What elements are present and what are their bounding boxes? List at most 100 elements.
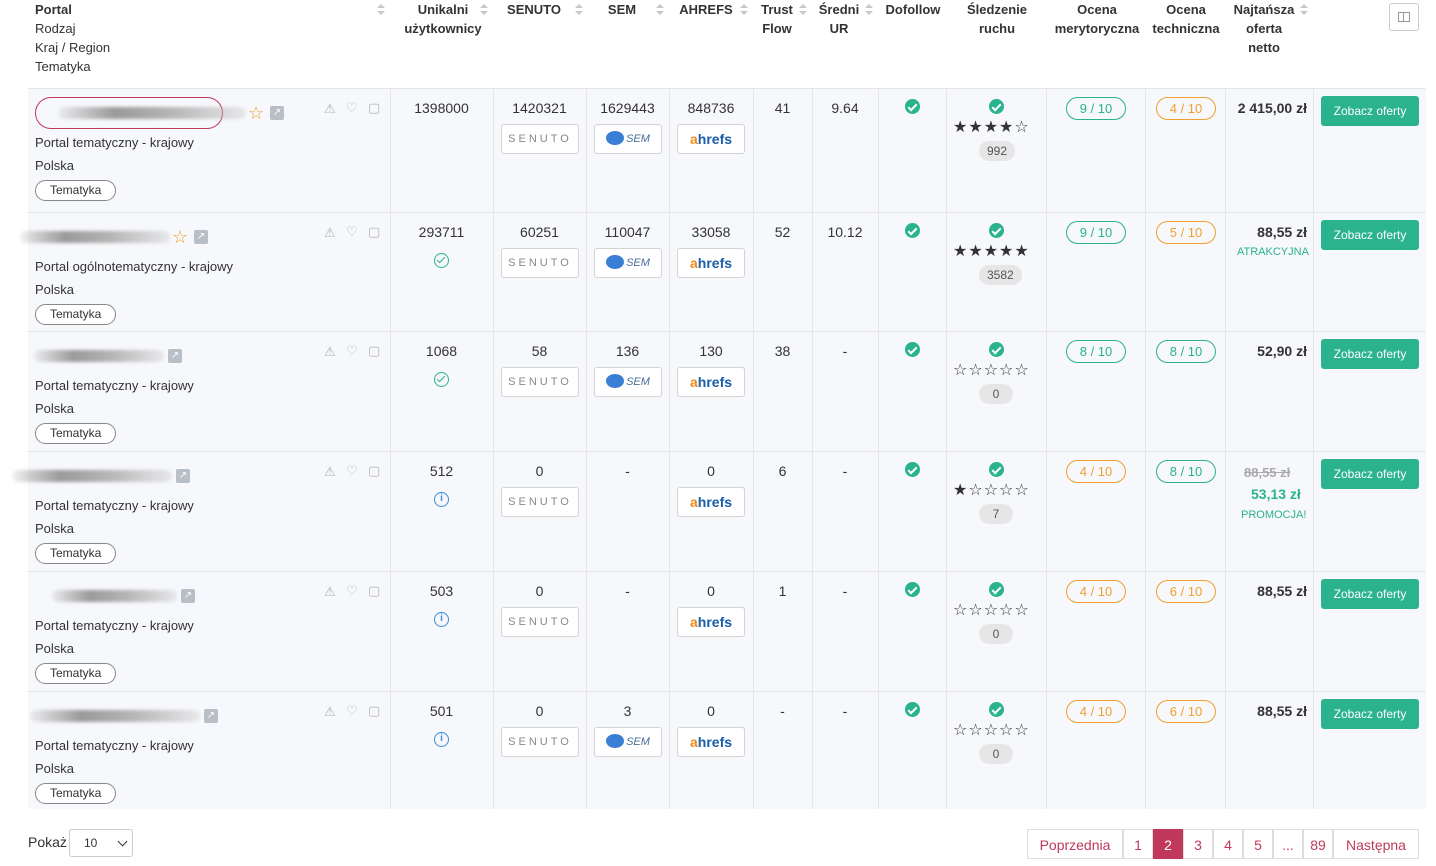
pager-page[interactable]: 5 bbox=[1243, 829, 1273, 859]
page-size-select[interactable]: 10 bbox=[69, 829, 133, 857]
pager-prev[interactable]: Poprzednia bbox=[1027, 829, 1123, 859]
sort-icon[interactable] bbox=[799, 4, 807, 16]
external-link-icon[interactable]: ↗ bbox=[168, 349, 182, 363]
header-oferta[interactable]: Najtańsza oferta netto bbox=[1228, 0, 1300, 57]
header-sem[interactable]: SEM bbox=[588, 0, 656, 19]
note-icon[interactable]: ▢ bbox=[368, 704, 380, 717]
external-link-icon[interactable]: ↗ bbox=[204, 709, 218, 723]
sort-icon[interactable] bbox=[740, 4, 748, 16]
heart-icon[interactable]: ♡ bbox=[346, 344, 358, 357]
sem-logo-button[interactable]: SEM bbox=[594, 367, 662, 397]
note-icon[interactable]: ▢ bbox=[368, 344, 380, 357]
header-sredni-ur[interactable]: Średni UR bbox=[814, 0, 864, 38]
pager-page[interactable]: 1 bbox=[1123, 829, 1153, 859]
note-icon[interactable]: ▢ bbox=[368, 584, 380, 597]
sort-icon[interactable] bbox=[656, 4, 664, 16]
header-ahrefs[interactable]: AHREFS bbox=[672, 0, 740, 19]
topic-tag[interactable]: Tematyka bbox=[35, 423, 117, 444]
pager-next[interactable]: Następna bbox=[1333, 829, 1419, 859]
sort-icon[interactable] bbox=[480, 4, 488, 16]
note-icon[interactable]: ▢ bbox=[368, 101, 380, 114]
header-portal[interactable]: Portal Rodzaj Kraj / Region Tematyka bbox=[35, 0, 110, 76]
sort-icon[interactable] bbox=[575, 4, 583, 16]
warning-icon[interactable]: ⚠ bbox=[324, 102, 336, 115]
see-offers-button[interactable]: Zobacz oferty bbox=[1321, 459, 1419, 489]
header-users[interactable]: Unikalni użytkownicy bbox=[395, 0, 491, 38]
senuto-logo-button[interactable]: SENUTO bbox=[501, 727, 579, 757]
portal-name-link[interactable] bbox=[12, 470, 172, 482]
note-icon[interactable]: ▢ bbox=[368, 225, 380, 238]
sort-icon[interactable] bbox=[865, 4, 873, 16]
trust-flow-value: 6 bbox=[778, 463, 787, 479]
portal-name-link[interactable] bbox=[58, 107, 246, 119]
sem-logo-button[interactable]: SEM bbox=[594, 727, 662, 757]
sort-icon[interactable] bbox=[1300, 4, 1308, 16]
sem-logo-text: SEM bbox=[626, 133, 650, 145]
info-icon[interactable]: i bbox=[434, 732, 449, 747]
warning-icon[interactable]: ⚠ bbox=[324, 585, 336, 598]
senuto-logo-button[interactable]: SENUTO bbox=[501, 487, 579, 517]
heart-icon[interactable]: ♡ bbox=[346, 101, 358, 114]
sem-logo-button[interactable]: SEM bbox=[594, 248, 662, 278]
header-oferta-line3: netto bbox=[1248, 40, 1280, 55]
external-link-icon[interactable]: ↗ bbox=[194, 230, 208, 244]
senuto-logo-button[interactable]: SENUTO bbox=[501, 124, 579, 154]
sem-logo-button[interactable]: SEM bbox=[594, 124, 662, 154]
external-link-icon[interactable]: ↗ bbox=[270, 106, 284, 120]
senuto-logo-button[interactable]: SENUTO bbox=[501, 367, 579, 397]
heart-icon[interactable]: ♡ bbox=[346, 584, 358, 597]
info-icon[interactable]: i bbox=[434, 612, 449, 627]
ahrefs-logo-button[interactable]: ahrefs bbox=[677, 124, 745, 154]
warning-icon[interactable]: ⚠ bbox=[324, 465, 336, 478]
heart-icon[interactable]: ♡ bbox=[346, 225, 358, 238]
ahrefs-logo-button[interactable]: ahrefs bbox=[677, 607, 745, 637]
header-senuto[interactable]: SENUTO bbox=[494, 0, 574, 19]
sort-icon[interactable] bbox=[377, 4, 385, 16]
portal-name-link[interactable] bbox=[20, 231, 170, 243]
warning-icon[interactable]: ⚠ bbox=[324, 226, 336, 239]
senuto-logo-button[interactable]: SENUTO bbox=[501, 248, 579, 278]
portal-name-link[interactable] bbox=[52, 590, 177, 602]
topic-tag[interactable]: Tematyka bbox=[35, 180, 117, 201]
column-divider bbox=[1046, 332, 1047, 451]
topic-tag[interactable]: Tematyka bbox=[35, 663, 117, 684]
traffic-tracking-check-icon bbox=[989, 582, 1004, 597]
see-offers-button[interactable]: Zobacz oferty bbox=[1321, 579, 1419, 609]
merit-score-badge: 9 / 10 bbox=[1066, 221, 1126, 244]
warning-icon[interactable]: ⚠ bbox=[324, 705, 336, 718]
column-divider bbox=[1145, 213, 1146, 331]
warning-icon[interactable]: ⚠ bbox=[324, 345, 336, 358]
pager-page[interactable]: 89 bbox=[1303, 829, 1333, 859]
external-link-icon[interactable]: ↗ bbox=[176, 469, 190, 483]
ahrefs-logo-button[interactable]: ahrefs bbox=[677, 248, 745, 278]
see-offers-button[interactable]: Zobacz oferty bbox=[1321, 220, 1419, 250]
topic-tag[interactable]: Tematyka bbox=[35, 783, 117, 804]
heart-icon[interactable]: ♡ bbox=[346, 464, 358, 477]
senuto-value: 0 bbox=[535, 463, 544, 479]
topic-tag[interactable]: Tematyka bbox=[35, 543, 117, 564]
senuto-logo-button[interactable]: SENUTO bbox=[501, 607, 579, 637]
note-icon[interactable]: ▢ bbox=[368, 464, 380, 477]
pager-page[interactable]: 4 bbox=[1213, 829, 1243, 859]
portal-name-link[interactable] bbox=[30, 710, 200, 722]
favorite-star-icon[interactable]: ☆ bbox=[172, 228, 188, 246]
external-link-icon[interactable]: ↗ bbox=[181, 589, 195, 603]
merit-score-badge: 4 / 10 bbox=[1066, 580, 1126, 603]
pager-page[interactable]: ... bbox=[1273, 829, 1303, 859]
tech-score-badge: 6 / 10 bbox=[1156, 700, 1216, 723]
info-icon[interactable]: i bbox=[434, 492, 449, 507]
portal-name-link[interactable] bbox=[34, 350, 164, 362]
favorite-star-icon[interactable]: ☆ bbox=[248, 104, 264, 122]
ahrefs-logo-button[interactable]: ahrefs bbox=[677, 367, 745, 397]
pager-page[interactable]: 2 bbox=[1153, 829, 1183, 859]
column-toggle-button[interactable] bbox=[1389, 3, 1419, 31]
ahrefs-logo-button[interactable]: ahrefs bbox=[677, 727, 745, 757]
see-offers-button[interactable]: Zobacz oferty bbox=[1321, 699, 1419, 729]
header-trust-flow[interactable]: Trust Flow bbox=[755, 0, 799, 38]
heart-icon[interactable]: ♡ bbox=[346, 704, 358, 717]
see-offers-button[interactable]: Zobacz oferty bbox=[1321, 339, 1419, 369]
topic-tag[interactable]: Tematyka bbox=[35, 304, 117, 325]
pager-page[interactable]: 3 bbox=[1183, 829, 1213, 859]
ahrefs-logo-button[interactable]: ahrefs bbox=[677, 487, 745, 517]
see-offers-button[interactable]: Zobacz oferty bbox=[1321, 96, 1419, 126]
